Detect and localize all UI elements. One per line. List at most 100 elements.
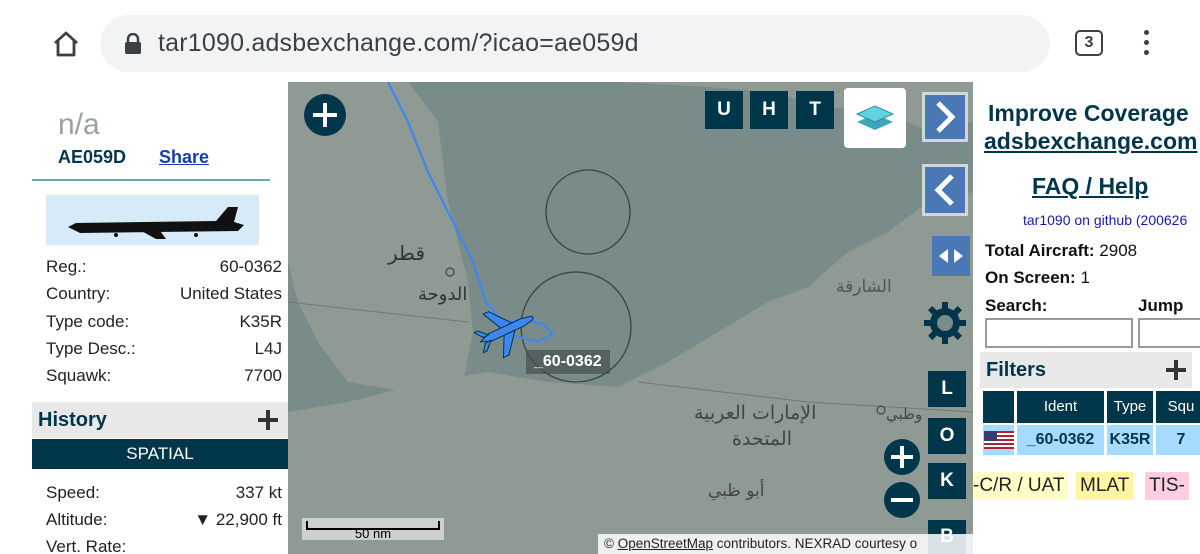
toggle-t-button[interactable]: T	[796, 91, 834, 129]
table-row-flag[interactable]	[983, 425, 1014, 455]
spatial-tab[interactable]: SPATIAL	[32, 439, 288, 469]
faq-help-link[interactable]: FAQ / Help	[1032, 173, 1148, 200]
map-zoom-plus-button[interactable]	[884, 439, 920, 475]
aircraft-silhouette-icon	[68, 207, 244, 239]
field-row-squawk: Squawk: 7700	[46, 366, 282, 390]
map-view[interactable]: قطر الدوحة الشارقة الإمارات العربية المت…	[288, 82, 973, 554]
jump-input[interactable]	[1138, 318, 1200, 348]
label-qatar: قطر	[387, 241, 425, 265]
field-value: 60-0362	[219, 257, 282, 276]
field-value: ▼ 22,900 ft	[194, 510, 282, 529]
attribution-suffix: contributors. NEXRAD courtesy o	[713, 536, 918, 551]
collapse-sidebar-button[interactable]	[922, 92, 968, 142]
settings-button[interactable]	[922, 300, 968, 346]
label-abudhabi-partial: وظبي	[886, 405, 922, 424]
adsbexchange-link[interactable]: adsbexchange.com	[984, 128, 1197, 155]
scale-label: 50 nm	[354, 526, 392, 541]
field-row-speed: Speed: 337 kt	[46, 483, 282, 507]
github-link[interactable]: tar1090 on github (200626	[1023, 212, 1187, 228]
map-zoom-minus-button[interactable]	[884, 482, 920, 518]
plus-icon[interactable]	[258, 410, 278, 430]
field-row-altitude: Altitude: ▼ 22,900 ft	[46, 510, 282, 534]
more-menu-icon[interactable]	[1140, 30, 1152, 58]
table-cell-type[interactable]: K35R	[1107, 425, 1153, 455]
jump-label: Jump	[1138, 296, 1184, 315]
label-uae-2: المتحدة	[732, 428, 792, 450]
toggle-l-button[interactable]: L	[928, 371, 966, 407]
label-doha: الدوحة	[418, 284, 467, 305]
field-label: Speed:	[46, 483, 100, 502]
label-sharjah: الشارقة	[836, 277, 892, 297]
field-row-type-desc: Type Desc.: L4J	[46, 339, 282, 363]
field-value: L4J	[254, 339, 282, 358]
field-value: United States	[179, 284, 282, 303]
field-label: Type code:	[46, 312, 130, 331]
left-right-arrows-icon	[939, 249, 963, 263]
resize-panel-button[interactable]	[932, 236, 970, 276]
on-screen-label: On Screen:	[985, 268, 1076, 287]
field-label: Country:	[46, 284, 111, 303]
field-label: Altitude:	[46, 510, 108, 529]
field-value: 337 kt	[235, 483, 282, 502]
toggle-u-button[interactable]: U	[705, 91, 743, 129]
toggle-h-button[interactable]: H	[750, 91, 788, 129]
layers-button[interactable]	[844, 88, 906, 148]
attribution-prefix: ©	[604, 536, 618, 551]
total-aircraft-label: Total Aircraft:	[985, 241, 1095, 260]
table-header-ident[interactable]: Ident	[1017, 391, 1104, 423]
share-link[interactable]: Share	[159, 147, 209, 168]
us-flag-icon	[983, 431, 1014, 449]
search-input[interactable]	[985, 318, 1133, 348]
table-header-squawk[interactable]: Squ	[1156, 391, 1200, 423]
layers-icon	[855, 105, 895, 130]
field-label: Reg.:	[46, 257, 87, 276]
field-value: K35R	[239, 312, 282, 331]
field-label: Squawk:	[46, 366, 112, 385]
label-abudhabi: أبو ظبي	[708, 479, 764, 501]
expand-sidebar-button[interactable]	[922, 164, 968, 216]
gear-icon	[924, 302, 966, 344]
label-uae-1: الإمارات العربية	[694, 402, 816, 424]
aircraft-name: n/a	[58, 108, 100, 141]
aircraft-info-panel: n/a AE059D Share Reg.: 60-0362 Country: Un…	[32, 82, 288, 554]
table-header-flag[interactable]	[983, 391, 1014, 423]
legend-adsc-uat: -C/R / UAT	[973, 472, 1069, 500]
sidebar-panel: Improve Coverage adsbexchange.com FAQ / …	[973, 82, 1200, 554]
filters-title: Filters	[986, 359, 1047, 381]
aircraft-icao: AE059D	[58, 147, 127, 167]
legend-tis: TIS-	[1145, 472, 1189, 500]
toggle-k-button[interactable]: K	[928, 463, 966, 499]
field-value: 7700	[244, 366, 282, 385]
legend-mlat: MLAT	[1076, 472, 1134, 500]
table-cell-ident[interactable]: _60-0362	[1017, 425, 1104, 455]
map-basemap: قطر الدوحة الشارقة الإمارات العربية المت…	[288, 82, 973, 554]
address-bar[interactable]: tar1090.adsbexchange.com/?icao=ae059d	[100, 15, 1050, 72]
lock-icon	[125, 33, 141, 54]
home-icon	[54, 31, 78, 57]
plus-icon[interactable]	[1166, 360, 1186, 380]
home-button[interactable]	[48, 26, 84, 62]
history-title: History	[38, 409, 107, 431]
filters-section-header[interactable]: Filters	[980, 352, 1192, 388]
field-row-country: Country: United States	[46, 284, 282, 308]
chevron-right-icon	[936, 101, 956, 133]
on-screen-value: 1	[1080, 268, 1090, 287]
tab-switcher-button[interactable]: 3	[1075, 30, 1103, 56]
aircraft-photo[interactable]	[46, 195, 259, 245]
toggle-o-button[interactable]: O	[928, 418, 966, 454]
openstreetmap-link[interactable]: OpenStreetMap	[618, 536, 713, 551]
field-label: Type Desc.:	[46, 339, 136, 358]
scale-bar: 50 nm	[302, 518, 444, 541]
chevron-left-icon	[934, 174, 954, 206]
map-zoom-in-button[interactable]	[304, 94, 346, 136]
field-row-type-code: Type code: K35R	[46, 312, 282, 336]
history-section-header[interactable]: History	[32, 402, 288, 438]
total-aircraft-value: 2908	[1099, 241, 1138, 260]
on-screen-stat: On Screen: 1	[985, 268, 1090, 288]
table-cell-squawk[interactable]: 7	[1156, 425, 1200, 455]
browser-toolbar: tar1090.adsbexchange.com/?icao=ae059d 3	[0, 0, 1200, 82]
field-label: Vert. Rate:	[46, 537, 127, 554]
url-text[interactable]: tar1090.adsbexchange.com/?icao=ae059d	[158, 29, 639, 58]
table-header-type[interactable]: Type	[1107, 391, 1153, 423]
aircraft-callsign-label: _60-0362	[526, 350, 610, 374]
